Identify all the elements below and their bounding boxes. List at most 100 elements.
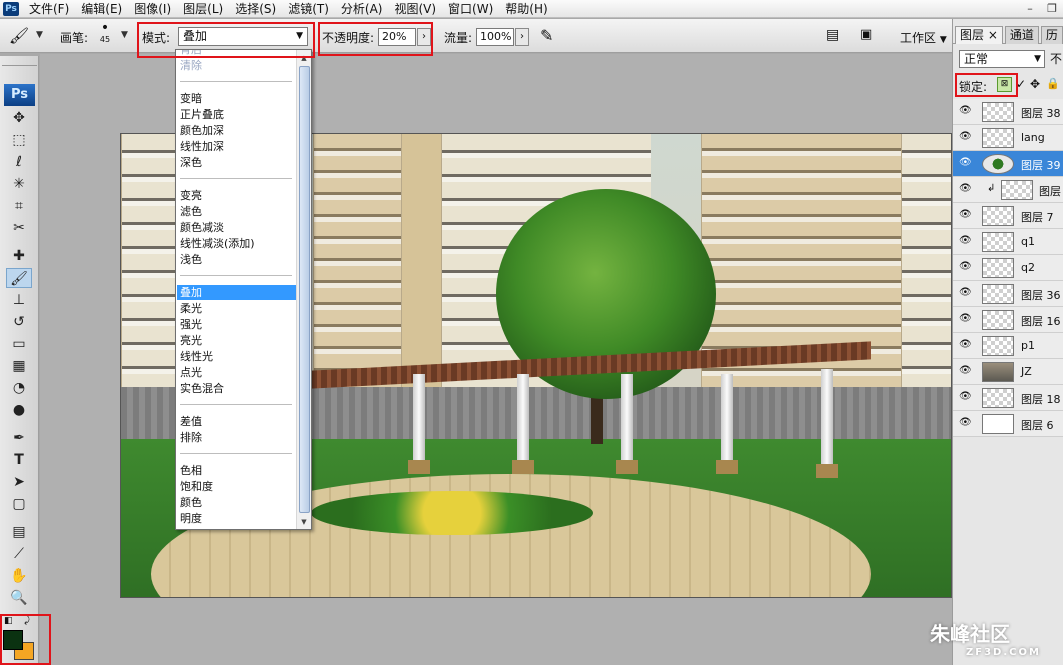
flow-slider-button[interactable]: ›: [515, 28, 529, 46]
scroll-down-icon[interactable]: ▼: [297, 515, 311, 529]
blend-mode-option[interactable]: 叠加: [177, 285, 296, 300]
blend-mode-option[interactable]: 线性减淡(添加): [177, 236, 296, 251]
brush-preset-picker[interactable]: • 45: [92, 21, 118, 50]
panel-tab[interactable]: 通道: [1004, 26, 1039, 44]
blend-mode-option[interactable]: 强光: [177, 317, 296, 332]
blend-mode-option[interactable]: 色相: [177, 463, 296, 478]
restore-icon[interactable]: ❐: [1041, 0, 1063, 16]
move-tool-icon[interactable]: ✥: [6, 108, 32, 128]
blend-mode-option[interactable]: 排除: [177, 430, 296, 445]
layer-row[interactable]: 👁 q2: [953, 255, 1063, 281]
layer-row[interactable]: 👁 图层 18: [953, 385, 1063, 411]
blend-mode-option[interactable]: 明度: [177, 511, 296, 526]
menu-item[interactable]: 视图(V): [388, 0, 442, 18]
blend-mode-option[interactable]: 线性加深: [177, 139, 296, 154]
visibility-eye-icon[interactable]: 👁: [959, 339, 972, 350]
visibility-eye-icon[interactable]: 👁: [959, 235, 972, 246]
brush-tool-icon[interactable]: 🖌: [8, 26, 30, 46]
blend-mode-option[interactable]: 变暗: [177, 91, 296, 106]
healing-brush-tool-icon[interactable]: ✚: [6, 246, 32, 266]
brush-tool-icon[interactable]: 🖌: [6, 268, 32, 288]
blend-mode-option[interactable]: 颜色: [177, 495, 296, 510]
marquee-tool-icon[interactable]: ⬚: [6, 130, 32, 150]
blend-mode-option[interactable]: 亮光: [177, 333, 296, 348]
toolbox-grip[interactable]: [2, 58, 37, 66]
hand-tool-icon[interactable]: ✋: [6, 566, 32, 586]
layer-row[interactable]: 👁 图层 16: [953, 307, 1063, 333]
menu-item[interactable]: 滤镜(T): [282, 0, 335, 18]
default-colors-icon[interactable]: ◧: [4, 616, 13, 626]
layer-row[interactable]: 👁 ↲ 图层: [953, 177, 1063, 203]
gradient-tool-icon[interactable]: ▦: [6, 356, 32, 376]
blend-mode-option[interactable]: 浅色: [177, 252, 296, 267]
blend-mode-option[interactable]: 正片叠底: [177, 107, 296, 122]
dodge-tool-icon[interactable]: ●: [6, 400, 32, 420]
layer-row[interactable]: 👁 图层 7: [953, 203, 1063, 229]
visibility-eye-icon[interactable]: 👁: [959, 391, 972, 402]
visibility-eye-icon[interactable]: 👁: [959, 313, 972, 324]
lock-all-icon[interactable]: 🔒: [1046, 77, 1060, 90]
blend-mode-option[interactable]: 柔光: [177, 301, 296, 316]
blend-mode-select[interactable]: 叠加 ▼: [178, 27, 308, 46]
menu-item[interactable]: 选择(S): [229, 0, 282, 18]
menu-item[interactable]: 分析(A): [335, 0, 389, 18]
swap-colors-icon[interactable]: ⤸: [24, 615, 30, 626]
layer-row[interactable]: 👁 图层 36: [953, 281, 1063, 307]
notes-tool-icon[interactable]: ▤: [6, 522, 32, 542]
visibility-eye-icon[interactable]: 👁: [959, 287, 972, 298]
crop-tool-icon[interactable]: ⌗: [6, 196, 32, 216]
lock-transparent-icon[interactable]: ⊠: [997, 77, 1012, 92]
lock-position-icon[interactable]: ✥: [1030, 77, 1040, 91]
layer-row[interactable]: 👁 图层 6: [953, 411, 1063, 437]
layer-row[interactable]: 👁 图层 39: [953, 151, 1063, 177]
blend-mode-option[interactable]: 点光: [177, 365, 296, 380]
lock-pixels-icon[interactable]: ✓: [1016, 77, 1026, 91]
layer-row[interactable]: 👁 JZ: [953, 359, 1063, 385]
scroll-thumb[interactable]: [299, 66, 310, 513]
blend-mode-option[interactable]: 颜色加深: [177, 123, 296, 138]
visibility-eye-icon[interactable]: 👁: [959, 183, 972, 194]
scroll-up-icon[interactable]: ▲: [297, 51, 311, 65]
blend-mode-option[interactable]: 饱和度: [177, 479, 296, 494]
blend-mode-option[interactable]: 线性光: [177, 349, 296, 364]
menu-item[interactable]: 窗口(W): [442, 0, 499, 18]
blend-mode-option[interactable]: 实色混合: [177, 381, 296, 396]
path-selection-tool-icon[interactable]: ➤: [6, 472, 32, 492]
menu-item[interactable]: 文件(F): [23, 0, 75, 18]
history-brush-tool-icon[interactable]: ↺: [6, 312, 32, 332]
layer-row[interactable]: 👁 lang: [953, 125, 1063, 151]
bridge-icon[interactable]: ▣: [860, 27, 872, 42]
visibility-eye-icon[interactable]: 👁: [959, 131, 972, 142]
flow-input[interactable]: 100%: [476, 28, 514, 46]
pen-tool-icon[interactable]: ✒: [6, 428, 32, 448]
opacity-slider-button[interactable]: ›: [417, 28, 431, 46]
blend-mode-option[interactable]: 滤色: [177, 204, 296, 219]
brush-picker-caret-icon[interactable]: ▼: [121, 30, 128, 40]
menu-item[interactable]: 图像(I): [128, 0, 177, 18]
layer-row[interactable]: 👁 图层 38: [953, 99, 1063, 125]
minimize-icon[interactable]: –: [1019, 0, 1041, 16]
workspace-button[interactable]: 工作区 ▼: [900, 29, 947, 46]
eyedropper-tool-icon[interactable]: ⟋: [6, 544, 32, 564]
menu-item[interactable]: 编辑(E): [75, 0, 128, 18]
blend-mode-dropdown[interactable]: 背后 清除 变暗 正片叠底 颜色加深 线性加深 深色 变亮 滤色 颜色减淡 线性减淡(添加) 浅色 叠加…: [175, 49, 312, 530]
visibility-eye-icon[interactable]: 👁: [959, 105, 972, 116]
lasso-tool-icon[interactable]: ℓ: [6, 152, 32, 172]
menu-item[interactable]: 帮助(H): [499, 0, 553, 18]
slice-tool-icon[interactable]: ✂: [6, 218, 32, 238]
clone-stamp-tool-icon[interactable]: ⊥: [6, 290, 32, 310]
panel-tab[interactable]: 图层 ×: [955, 26, 1003, 44]
visibility-eye-icon[interactable]: 👁: [959, 365, 972, 376]
magic-wand-tool-icon[interactable]: ✳: [6, 174, 32, 194]
menu-item[interactable]: 图层(L): [177, 0, 229, 18]
panel-tab[interactable]: 历: [1040, 26, 1063, 44]
palette-well-icon[interactable]: ▤: [826, 27, 839, 43]
visibility-eye-icon[interactable]: 👁: [959, 261, 972, 272]
blur-tool-icon[interactable]: ◔: [6, 378, 32, 398]
zoom-tool-icon[interactable]: 🔍: [6, 588, 32, 608]
layer-row[interactable]: 👁 p1: [953, 333, 1063, 359]
blend-mode-option[interactable]: 变亮: [177, 188, 296, 203]
blend-mode-option[interactable]: 深色: [177, 155, 296, 170]
visibility-eye-icon[interactable]: 👁: [959, 157, 972, 168]
tool-preset-caret-icon[interactable]: ▼: [36, 30, 43, 40]
